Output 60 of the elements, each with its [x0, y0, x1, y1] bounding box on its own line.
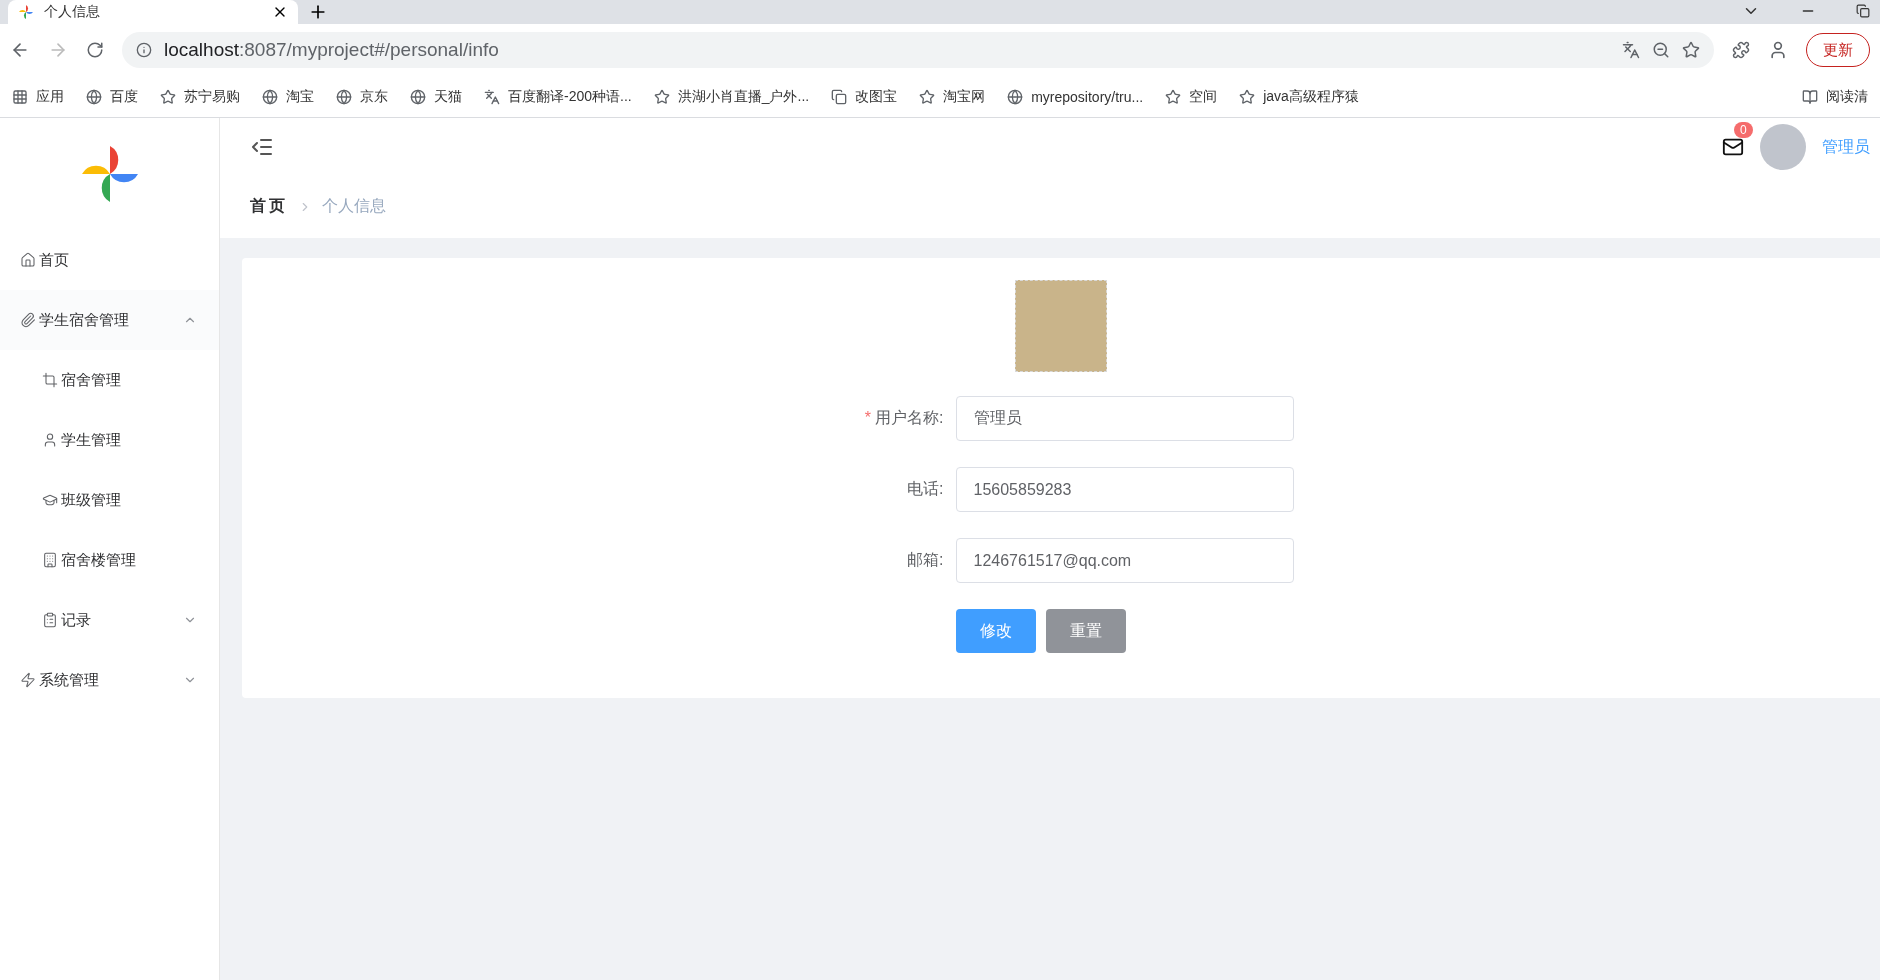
menu-icon: [20, 672, 36, 688]
bookmark-icon: [336, 88, 352, 105]
field-label: 电话:: [906, 479, 944, 499]
menu-icon: [42, 372, 58, 388]
bookmark-icon: [1239, 88, 1256, 105]
input-field[interactable]: 管理员: [955, 396, 1294, 441]
input-field[interactable]: 1246761517@qq.com: [955, 538, 1294, 583]
bookmark-icon: [831, 88, 848, 105]
bookmark-link[interactable]: 应用: [12, 87, 64, 106]
bookmark-icon: [1007, 88, 1024, 105]
bookmark-icon: [653, 88, 670, 105]
pinwheel-icon: [18, 4, 34, 20]
bookmark-link[interactable]: 空间: [1165, 87, 1218, 106]
bookmark-link[interactable]: 百度翻译-200种语...: [484, 87, 632, 106]
zoom-out-icon[interactable]: [1652, 41, 1670, 59]
menu-icon: [42, 492, 58, 508]
bookmark-link[interactable]: 改图宝: [831, 87, 898, 106]
menu-item[interactable]: 学生宿舍管理: [0, 290, 219, 350]
browser-tab[interactable]: 个人信息: [8, 0, 298, 24]
breadcrumb-item[interactable]: 首页: [250, 196, 288, 217]
tab-title: 个人信息: [44, 3, 101, 21]
reading-list-link[interactable]: 阅读清: [1802, 87, 1868, 106]
address-bar[interactable]: localhost:8087/myproject#/personal/info: [122, 32, 1714, 68]
bookmark-link[interactable]: 京东: [336, 87, 388, 106]
reading-list-icon: [1802, 88, 1818, 105]
reload-icon[interactable]: [86, 41, 104, 59]
field-label: 邮箱:: [906, 550, 944, 570]
bookmark-icon: [160, 88, 176, 105]
field-label: * 用户名称:: [863, 408, 944, 428]
bookmark-icon: [919, 88, 936, 105]
profile-icon[interactable]: [1768, 40, 1788, 60]
bookmark-link[interactable]: 洪湖小肖直播_户外...: [653, 87, 810, 106]
menu-icon: [20, 252, 36, 268]
notification-badge: 0: [1734, 122, 1753, 138]
breadcrumb-item: 个人信息: [322, 196, 386, 216]
bookmark-icon: [1165, 88, 1182, 105]
mail-icon[interactable]: [1722, 136, 1744, 158]
bookmark-link[interactable]: myrepository/tru...: [1007, 88, 1144, 105]
extensions-icon[interactable]: [1732, 41, 1750, 59]
bookmark-icon: [484, 88, 500, 105]
bookmark-link[interactable]: 淘宝: [262, 87, 314, 106]
star-icon[interactable]: [1682, 41, 1700, 59]
bookmark-link[interactable]: 苏宁易购: [160, 87, 240, 106]
menu-icon: [42, 552, 58, 568]
bookmark-link[interactable]: 百度: [86, 87, 138, 106]
bookmark-icon: [410, 88, 426, 105]
bookmark-icon: [86, 88, 102, 105]
update-button[interactable]: 更新: [1806, 33, 1870, 67]
bookmark-link[interactable]: java高级程序猿: [1239, 87, 1359, 106]
bookmark-link[interactable]: 淘宝网: [919, 87, 986, 106]
menu-icon: [20, 312, 36, 328]
bookmark-icon: [12, 88, 28, 105]
bookmark-icon: [262, 88, 278, 105]
menu-icon: [42, 432, 58, 448]
info-icon: [136, 42, 152, 58]
translate-icon[interactable]: [1622, 41, 1640, 59]
restore-icon[interactable]: [1856, 4, 1870, 18]
menu-icon: [42, 612, 58, 628]
bookmark-link[interactable]: 天猫: [410, 87, 462, 106]
input-field[interactable]: 15605859283: [955, 467, 1294, 512]
